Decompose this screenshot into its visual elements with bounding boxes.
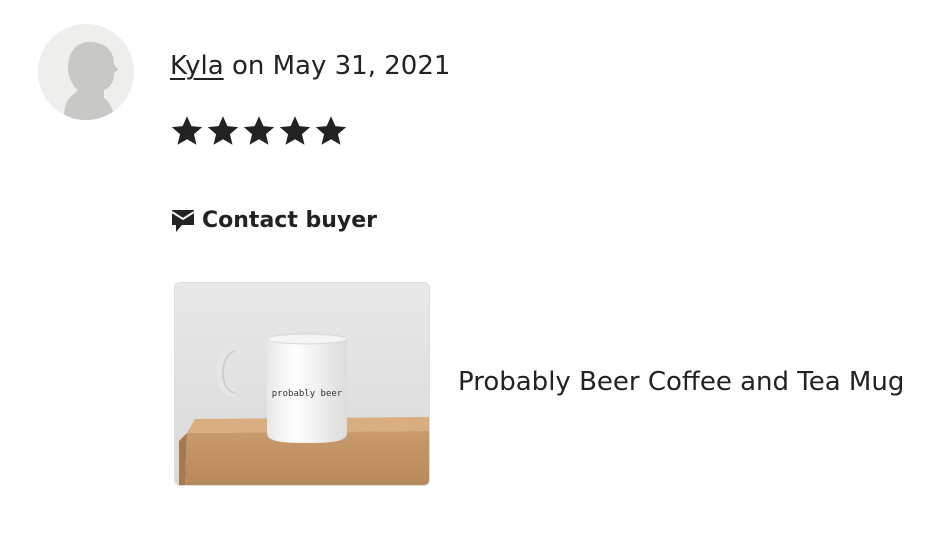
listing-title-link[interactable]: Probably Beer Coffee and Tea Mug bbox=[458, 364, 904, 400]
contact-buyer-button[interactable]: Contact buyer bbox=[170, 204, 377, 238]
message-icon bbox=[171, 210, 195, 232]
listing-thumbnail[interactable]: probably beer bbox=[174, 282, 430, 486]
date-prefix: on bbox=[231, 51, 265, 81]
contact-buyer-label: Contact buyer bbox=[202, 208, 378, 233]
default-avatar-icon bbox=[38, 24, 134, 120]
review-meta: Kyla on May 31, 2021 bbox=[170, 48, 450, 84]
star-rating bbox=[170, 114, 348, 148]
reviewer-name-link[interactable]: Kyla bbox=[170, 51, 224, 81]
star-icon bbox=[279, 116, 311, 145]
star-icon bbox=[243, 116, 275, 145]
mug-photo: probably beer bbox=[175, 283, 429, 485]
star-icon bbox=[207, 116, 239, 145]
review-date: May 31, 2021 bbox=[272, 51, 451, 81]
star-icon bbox=[171, 116, 203, 145]
star-icon bbox=[315, 116, 347, 145]
review-card: Kyla on May 31, 2021 Contact buyer proba… bbox=[0, 0, 948, 548]
reviewer-avatar[interactable] bbox=[38, 24, 134, 120]
mug-print-text: probably beer bbox=[272, 389, 343, 399]
